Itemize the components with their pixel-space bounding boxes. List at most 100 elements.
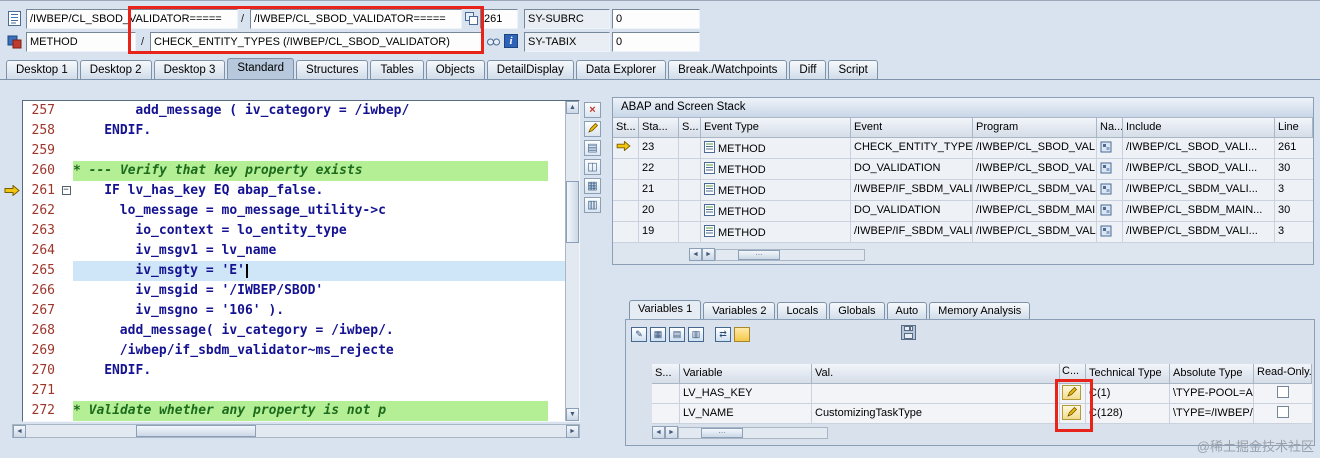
scroll-right-button[interactable]: ► xyxy=(566,424,579,438)
navigate-icon[interactable] xyxy=(1100,225,1112,240)
stack-row[interactable]: 20 METHOD DO_VALIDATION/IWBEP/CL_SBDM_MAIN… xyxy=(613,201,1313,222)
code-line[interactable]: 264 iv_msgv1 = lv_name xyxy=(23,241,566,261)
variables-scroll-left-button[interactable]: ◄ xyxy=(652,426,665,439)
tab-desktop-3[interactable]: Desktop 3 xyxy=(153,60,226,80)
navigate-icon[interactable] xyxy=(1100,183,1112,198)
stack-row[interactable]: 23 METHOD CHECK_ENTITY_TYPES/IWBEP/CL_SBOD… xyxy=(613,138,1313,159)
code-line[interactable]: 263 io_context = lo_entity_type xyxy=(23,221,566,241)
event-detail-field[interactable]: CHECK_ENTITY_TYPES (/IWBEP/CL_SBOD_VALID… xyxy=(150,32,482,52)
grid-icon[interactable]: ▦ xyxy=(584,178,601,194)
horizontal-scroll-thumb[interactable] xyxy=(136,425,256,437)
tab-data-explorer[interactable]: Data Explorer xyxy=(575,60,667,80)
code-line[interactable]: 262 lo_message = mo_message_utility->c xyxy=(23,201,566,221)
fold-toggle-icon[interactable]: − xyxy=(59,181,73,201)
stack-row[interactable]: 19METHOD/IWBEP/IF_SBDM_VALID.../IWBEP/CL… xyxy=(613,222,1313,243)
stack-column-header[interactable]: Na... xyxy=(1097,118,1123,138)
read-only-checkbox[interactable] xyxy=(1277,406,1289,418)
code-line[interactable]: 260 * --- Verify that key property exists xyxy=(23,161,566,181)
stack-column-header[interactable]: Event xyxy=(851,118,973,138)
scroll-down-button[interactable]: ▼ xyxy=(566,408,579,421)
line-number-field[interactable]: 261 xyxy=(480,9,518,29)
stack-column-header[interactable]: Sta... xyxy=(639,118,679,138)
code-line[interactable]: 268 add_message( iv_category = /iwbep/. xyxy=(23,321,566,341)
tab-variables-1[interactable]: Variables 1 xyxy=(629,300,702,320)
tab-locals[interactable]: Locals xyxy=(777,302,828,320)
stack-horizontal-scrollbar[interactable]: ◄ ► ⋯ xyxy=(689,248,865,261)
navigate-icon[interactable] xyxy=(1100,204,1112,219)
change-field-content-icon[interactable]: ✎ xyxy=(631,326,647,342)
stack-scroll-track[interactable]: ⋯ xyxy=(715,248,865,261)
info-button[interactable]: i xyxy=(504,34,518,48)
code-line[interactable]: 270 ENDIF. xyxy=(23,361,566,381)
variables-column-header[interactable]: C... xyxy=(1060,364,1086,384)
variables-column-header[interactable]: S... xyxy=(652,364,680,384)
variable-row[interactable]: LV_NAME CustomizingTaskType C(128) \TYPE=/I… xyxy=(652,404,1312,424)
include-field[interactable]: /IWBEP/CL_SBOD_VALIDATOR===== xyxy=(250,9,462,29)
code-line[interactable]: 258 ENDIF. xyxy=(23,121,566,141)
services-icon[interactable]: ▥ xyxy=(584,197,601,213)
stack-column-header[interactable]: Event Type xyxy=(701,118,851,138)
variables-scroll-track[interactable]: ⋯ xyxy=(678,426,828,439)
vertical-scroll-thumb[interactable] xyxy=(566,181,579,243)
code-line[interactable]: 257 add_message ( iv_category = /iwbep/ xyxy=(23,101,566,121)
append-row-icon[interactable]: ▥ xyxy=(688,326,704,342)
variables-scroll-right-button[interactable]: ► xyxy=(665,426,678,439)
folder-icon[interactable] xyxy=(734,326,750,342)
scroll-up-button[interactable]: ▲ xyxy=(566,101,579,114)
variable-value-cell[interactable]: CustomizingTaskType xyxy=(812,404,1060,424)
code-line[interactable]: 259 xyxy=(23,141,566,161)
tab-desktop-1[interactable]: Desktop 1 xyxy=(6,60,78,80)
variable-row[interactable]: LV_HAS_KEY C(1)\TYPE-POOL=ABA... xyxy=(652,384,1312,404)
variable-value-cell[interactable] xyxy=(812,384,1060,404)
display-icon[interactable] xyxy=(486,34,502,50)
tab-break-watchpoints[interactable]: Break./Watchpoints xyxy=(668,60,788,80)
variables-column-header[interactable]: Read-Only... xyxy=(1254,364,1312,384)
stack-column-header[interactable]: Include xyxy=(1123,118,1275,138)
expand-icon[interactable] xyxy=(465,12,481,28)
tab-desktop-2[interactable]: Desktop 2 xyxy=(79,60,152,80)
editor-vertical-scrollbar[interactable]: ▲ ▼ xyxy=(565,101,579,421)
tab-structures[interactable]: Structures xyxy=(296,60,369,80)
code-line[interactable]: 261− IF lv_has_key EQ abap_false. xyxy=(23,181,566,201)
tab-script[interactable]: Script xyxy=(828,60,878,80)
navigate-icon[interactable] xyxy=(1100,141,1112,156)
main-program-field[interactable]: /IWBEP/CL_SBOD_VALIDATOR===== xyxy=(26,9,238,29)
stack-row[interactable]: 22 METHOD DO_VALIDATION/IWBEP/CL_SBOD_VALI… xyxy=(613,159,1313,180)
delete-row-icon[interactable]: ▤ xyxy=(669,326,685,342)
code-line[interactable]: 272 * Validate whether any property is no… xyxy=(23,401,566,421)
code-line[interactable]: 269/iwbep/if_sbdm_validator~ms_rejecte xyxy=(23,341,566,361)
code-line[interactable]: 271 xyxy=(23,381,566,401)
tab-tables[interactable]: Tables xyxy=(370,60,424,80)
tab-diff[interactable]: Diff xyxy=(789,60,827,80)
pencil-icon[interactable] xyxy=(584,121,601,137)
split-horizontal-icon[interactable]: ▤ xyxy=(584,140,601,156)
stack-column-header[interactable]: Program xyxy=(973,118,1097,138)
editor-horizontal-scrollbar[interactable]: ◄ ► xyxy=(12,424,580,438)
variables-column-header[interactable]: Absolute Type xyxy=(1170,364,1254,384)
code-line[interactable]: 266 iv_msgid = '/IWBEP/SBOD' xyxy=(23,281,566,301)
selection-cell[interactable] xyxy=(652,404,680,424)
stack-scroll-thumb[interactable]: ⋯ xyxy=(738,249,780,260)
stack-column-header[interactable]: Line xyxy=(1275,118,1313,138)
code-line[interactable]: 265 iv_msgty = 'E' xyxy=(23,261,566,281)
tab-detaildisplay[interactable]: DetailDisplay xyxy=(486,60,574,80)
navigate-icon[interactable] xyxy=(1100,162,1112,177)
variables-horizontal-scrollbar[interactable]: ◄ ► ⋯ xyxy=(652,426,828,439)
tab-globals[interactable]: Globals xyxy=(829,302,885,320)
variables-column-header[interactable]: Variable xyxy=(680,364,812,384)
variables-scroll-thumb[interactable]: ⋯ xyxy=(701,427,743,438)
split-vertical-icon[interactable]: ◫ xyxy=(584,159,601,175)
stack-scroll-left-button[interactable]: ◄ xyxy=(689,248,702,261)
read-only-checkbox[interactable] xyxy=(1277,386,1289,398)
change-value-pencil-icon[interactable] xyxy=(1062,405,1081,420)
tab-memory-analysis[interactable]: Memory Analysis xyxy=(929,302,1031,320)
scroll-left-button[interactable]: ◄ xyxy=(13,424,26,438)
compare-icon[interactable]: ⇄ xyxy=(715,326,731,342)
stack-scroll-right-button[interactable]: ► xyxy=(702,248,715,261)
save-icon[interactable] xyxy=(901,325,916,343)
variables-column-header[interactable]: Val. xyxy=(812,364,1060,384)
stack-column-header[interactable]: St... xyxy=(613,118,639,138)
tab-variables-2[interactable]: Variables 2 xyxy=(703,302,776,320)
change-value-pencil-icon[interactable] xyxy=(1062,385,1081,400)
tab-auto[interactable]: Auto xyxy=(886,302,928,320)
